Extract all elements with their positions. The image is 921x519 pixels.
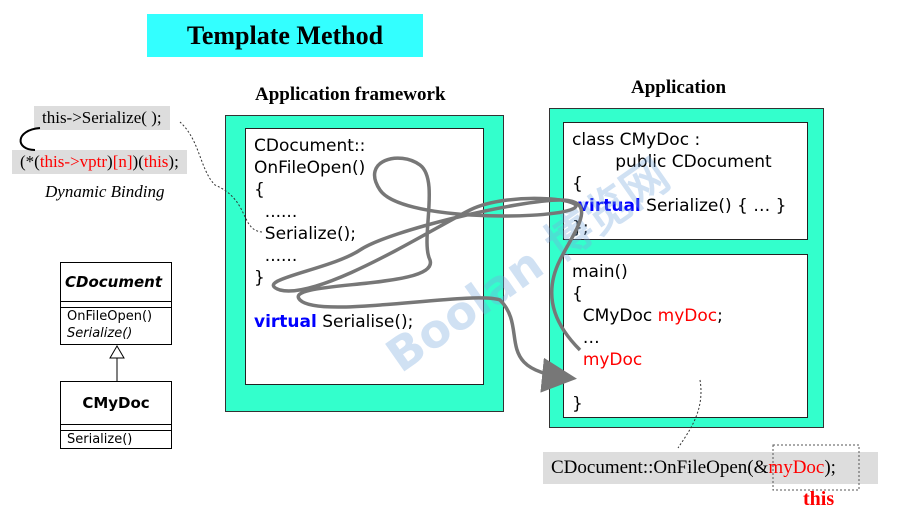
inheritance-triangle	[109, 345, 125, 359]
dotted-link-bottom	[677, 379, 702, 449]
control-flow-curve	[271, 156, 584, 393]
curved-arrow-icon	[19, 127, 41, 151]
this-highlight	[772, 444, 860, 491]
dotted-link	[179, 121, 263, 233]
flow-arrows	[19, 121, 860, 491]
